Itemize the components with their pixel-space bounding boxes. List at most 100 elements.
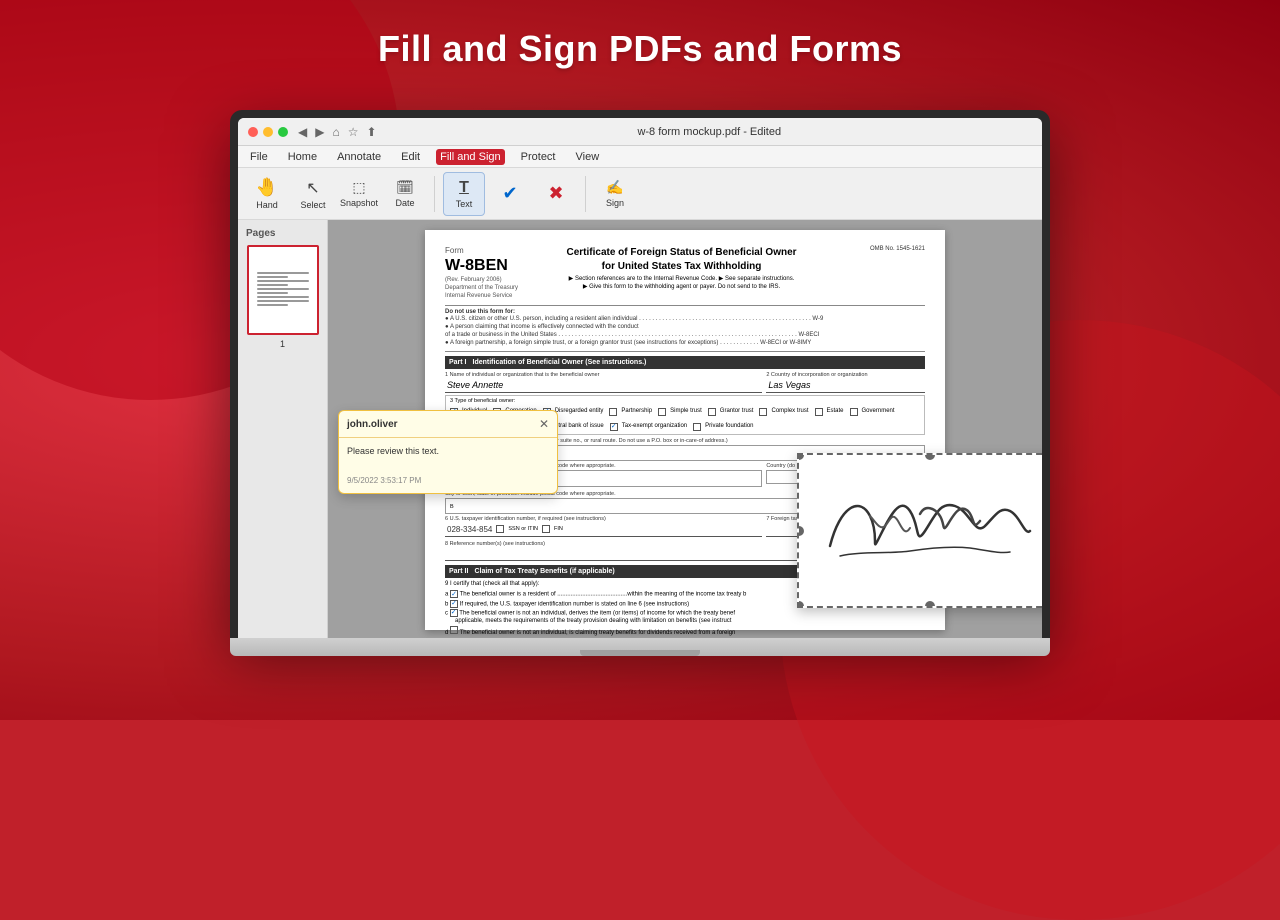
- snapshot-tool-button[interactable]: ⬚ Snapshot: [338, 172, 380, 216]
- snapshot-label: Snapshot: [340, 198, 378, 208]
- simple-trust-label: Simple trust: [670, 408, 702, 416]
- grantor-label: Grantor trust: [720, 408, 754, 416]
- taxexempt-checkbox[interactable]: [610, 423, 618, 431]
- cb-government: Government: [850, 408, 895, 416]
- simpletrust-checkbox[interactable]: [658, 408, 666, 416]
- certify-c-continued: applicable, meets the requirements of th…: [445, 618, 925, 626]
- cb-private: Private foundation: [693, 423, 753, 431]
- sign-label: Sign: [606, 198, 624, 208]
- thumb-line: [257, 280, 309, 282]
- ssn-label: SSN or ITIN: [508, 526, 538, 533]
- field1-label: 1 Name of individual or organization tha…: [445, 372, 762, 379]
- partnership-label: Partnership: [621, 408, 652, 416]
- certify-line-c: c The beneficial owner is not an individ…: [445, 609, 925, 618]
- app-window: ◀ ▶ ⌂ ☆ ⬆ w-8 form mockup.pdf - Edited F…: [238, 118, 1042, 638]
- fin-radio: FIN: [542, 525, 563, 533]
- estate-checkbox[interactable]: [815, 408, 823, 416]
- menu-protect[interactable]: Protect: [517, 149, 560, 165]
- fin-checkbox[interactable]: [542, 525, 550, 533]
- page-thumbnail-1[interactable]: [247, 245, 319, 335]
- checkmark-tool-button[interactable]: ✔: [489, 172, 531, 216]
- laptop: ◀ ▶ ⌂ ☆ ⬆ w-8 form mockup.pdf - Edited F…: [230, 110, 1050, 656]
- menu-view[interactable]: View: [572, 149, 604, 165]
- menu-annotate[interactable]: Annotate: [333, 149, 385, 165]
- field2-label: 2 Country of incorporation or organizati…: [766, 372, 925, 379]
- maximize-window-button[interactable]: [278, 127, 288, 137]
- certify-b-checkbox[interactable]: [450, 600, 458, 608]
- form-dept: Department of the Treasury: [445, 285, 518, 293]
- hand-tool-button[interactable]: 🤚 Hand: [246, 172, 288, 216]
- page-number: 1: [242, 339, 323, 349]
- complex-label: Complex trust: [771, 408, 808, 416]
- part1-header: Part I Identification of Beneficial Owne…: [445, 356, 925, 369]
- signature-box[interactable]: [797, 453, 1042, 608]
- field5-b-label: B: [450, 504, 454, 510]
- annotation-body: Please review this text. 9/5/2022 3:53:1…: [339, 438, 557, 493]
- date-icon: 🗓: [396, 179, 414, 196]
- field2-block: 2 Country of incorporation or organizati…: [766, 372, 925, 394]
- sign-icon: ✍: [606, 179, 623, 196]
- ssn-radio: SSN or ITIN: [496, 525, 538, 533]
- disregarded-label: Disregarded entity: [555, 408, 604, 416]
- ssn-checkbox[interactable]: [496, 525, 504, 533]
- nav-back-icon[interactable]: ◀: [298, 125, 307, 139]
- form-instruction2: ▶ Give this form to the withholding agen…: [518, 284, 845, 292]
- field1-value: Steve Annette: [445, 379, 762, 394]
- window-title: w-8 form mockup.pdf - Edited: [387, 126, 1032, 138]
- thumb-line: [257, 288, 309, 290]
- toolbar: 🤚 Hand ↖ Select ⬚ Snapshot 🗓 Date: [238, 168, 1042, 220]
- menu-file[interactable]: File: [246, 149, 272, 165]
- complex-checkbox[interactable]: [759, 408, 767, 416]
- nav-share-icon[interactable]: ⬆: [366, 125, 376, 139]
- form-omb: OMB No. 1545-1621: [845, 246, 925, 254]
- nav-home-icon[interactable]: ⌂: [332, 125, 339, 139]
- menu-fill-sign[interactable]: Fill and Sign: [436, 149, 505, 165]
- thumb-line: [257, 284, 288, 286]
- sign-tool-button[interactable]: ✍ Sign: [594, 172, 636, 216]
- partnership-checkbox[interactable]: [609, 408, 617, 416]
- grantor-checkbox[interactable]: [708, 408, 716, 416]
- nav-bookmark-icon[interactable]: ☆: [348, 125, 359, 139]
- text-label: Text: [456, 199, 473, 209]
- cb-partnership: Partnership: [609, 408, 652, 416]
- cb-taxexempt: Tax-exempt organization: [610, 423, 687, 431]
- pdf-area: Form W-8BEN (Rev. February 2006) Departm…: [328, 220, 1042, 638]
- window-controls: [248, 127, 288, 137]
- laptop-base: [230, 638, 1050, 656]
- part2-label: Part II: [449, 567, 468, 576]
- menu-bar: File Home Annotate Edit Fill and Sign Pr…: [238, 146, 1042, 168]
- part1-label: Part I: [449, 358, 467, 367]
- menu-edit[interactable]: Edit: [397, 149, 424, 165]
- annotation-close-button[interactable]: ✕: [539, 417, 549, 431]
- form-title-line1: Certificate of Foreign Status of Benefic…: [518, 246, 845, 260]
- date-tool-button[interactable]: 🗓 Date: [384, 172, 426, 216]
- hand-label: Hand: [256, 200, 278, 210]
- nav-forward-icon[interactable]: ▶: [315, 125, 324, 139]
- menu-home[interactable]: Home: [284, 149, 321, 165]
- minimize-window-button[interactable]: [263, 127, 273, 137]
- main-area: Pages 1: [238, 220, 1042, 638]
- signature-content: [799, 455, 1042, 606]
- hand-icon: 🤚: [256, 177, 278, 198]
- field6-label: 6 U.S. taxpayer identification number, i…: [445, 516, 762, 523]
- app-titlebar: ◀ ▶ ⌂ ☆ ⬆ w-8 form mockup.pdf - Edited: [238, 118, 1042, 146]
- cross-tool-button[interactable]: ✖: [535, 172, 577, 216]
- donot-line4: ● A foreign partnership, a foreign simpl…: [445, 340, 925, 348]
- donot-line1: ● A U.S. citizen or other U.S. person, i…: [445, 316, 925, 324]
- toolbar-separator-1: [434, 176, 435, 212]
- snapshot-icon: ⬚: [352, 179, 365, 196]
- form-instruction1: ▶ Section references are to the Internal…: [518, 276, 845, 284]
- certify-c-checkbox[interactable]: [450, 609, 458, 617]
- certify-d-checkbox[interactable]: [450, 626, 458, 634]
- form-rev: (Rev. February 2006): [445, 277, 518, 285]
- select-tool-button[interactable]: ↖ Select: [292, 172, 334, 216]
- certify-a-checkbox[interactable]: [450, 590, 458, 598]
- thumbnail-content: [253, 268, 313, 312]
- private-checkbox[interactable]: [693, 423, 701, 431]
- donot-section: Do not use this form for: ● A U.S. citiz…: [445, 305, 925, 352]
- text-tool-button[interactable]: T Text: [443, 172, 485, 216]
- thumb-line: [257, 272, 309, 274]
- close-window-button[interactable]: [248, 127, 258, 137]
- thumb-line: [257, 296, 309, 298]
- government-checkbox[interactable]: [850, 408, 858, 416]
